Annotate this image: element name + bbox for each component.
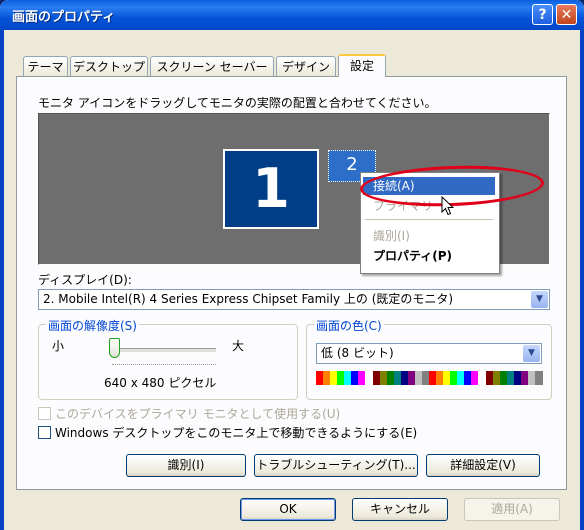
help-button[interactable]: ?: [532, 4, 553, 25]
tab-screensaver[interactable]: スクリーン セーバー: [150, 56, 274, 76]
resolution-max-label: 大: [232, 339, 245, 353]
close-button[interactable]: ✕: [556, 4, 577, 25]
display-label: ディスプレイ(D):: [38, 273, 132, 287]
color-quality-select[interactable]: 低 (8 ビット) ▼: [316, 343, 542, 364]
chevron-down-icon[interactable]: ▼: [531, 291, 548, 308]
menu-item-identify: 識別(I): [373, 229, 410, 243]
resolution-min-label: 小: [52, 339, 65, 353]
monitor-1-icon[interactable]: 1: [223, 149, 319, 229]
resolution-group-title: 画面の解像度(S): [46, 317, 139, 334]
palette-swatch: [534, 371, 543, 385]
ok-button[interactable]: OK: [240, 498, 336, 521]
extend-desktop-checkbox[interactable]: [38, 426, 51, 439]
instruction-text: モニタ アイコンをドラッグしてモニタの実際の配置と合わせてください。: [38, 96, 437, 110]
advanced-button[interactable]: 詳細設定(V): [426, 454, 540, 477]
cancel-button[interactable]: キャンセル: [352, 498, 448, 521]
primary-monitor-checkbox[interactable]: [38, 407, 51, 420]
color-group-title: 画面の色(C): [314, 317, 384, 334]
menu-item-properties[interactable]: プロパティ(P): [363, 247, 495, 265]
color-palette-preview: [316, 371, 543, 385]
resolution-slider-track[interactable]: [112, 348, 216, 353]
tab-settings[interactable]: 設定: [338, 54, 386, 77]
chevron-down-icon[interactable]: ▼: [523, 345, 540, 362]
color-quality-value: 低 (8 ビット): [321, 346, 394, 360]
resolution-value: 640 x 480 ピクセル: [104, 376, 217, 390]
extend-desktop-label: Windows デスクトップをこのモニタ上で移動できるようにする(E): [55, 426, 418, 440]
slider-ticks: [112, 364, 216, 366]
window-border-right: [580, 30, 584, 530]
tab-desktop[interactable]: デスクトップ: [70, 56, 148, 76]
display-select[interactable]: 2. Mobile Intel(R) 4 Series Express Chip…: [38, 289, 550, 310]
menu-separator: [365, 219, 493, 220]
primary-monitor-label: このデバイスをプライマリ モニタとして使用する(U): [55, 407, 341, 421]
mouse-cursor-icon: [441, 196, 455, 216]
apply-button: 適用(A): [464, 498, 560, 521]
title-bar[interactable]: 画面のプロパティ ? ✕: [0, 0, 584, 30]
troubleshoot-button[interactable]: トラブルシューティング(T)...: [254, 454, 418, 477]
tab-design[interactable]: デザイン: [276, 56, 336, 76]
window-title: 画面のプロパティ: [12, 10, 116, 25]
display-properties-window: 画面のプロパティ ? ✕ テーマ デスクトップ スクリーン セーバー デザイン …: [0, 0, 584, 530]
resolution-slider-thumb[interactable]: [109, 338, 120, 358]
identify-button[interactable]: 識別(I): [126, 454, 246, 477]
display-select-value: 2. Mobile Intel(R) 4 Series Express Chip…: [43, 292, 454, 306]
window-border-left: [0, 30, 4, 530]
tab-theme[interactable]: テーマ: [23, 56, 68, 76]
